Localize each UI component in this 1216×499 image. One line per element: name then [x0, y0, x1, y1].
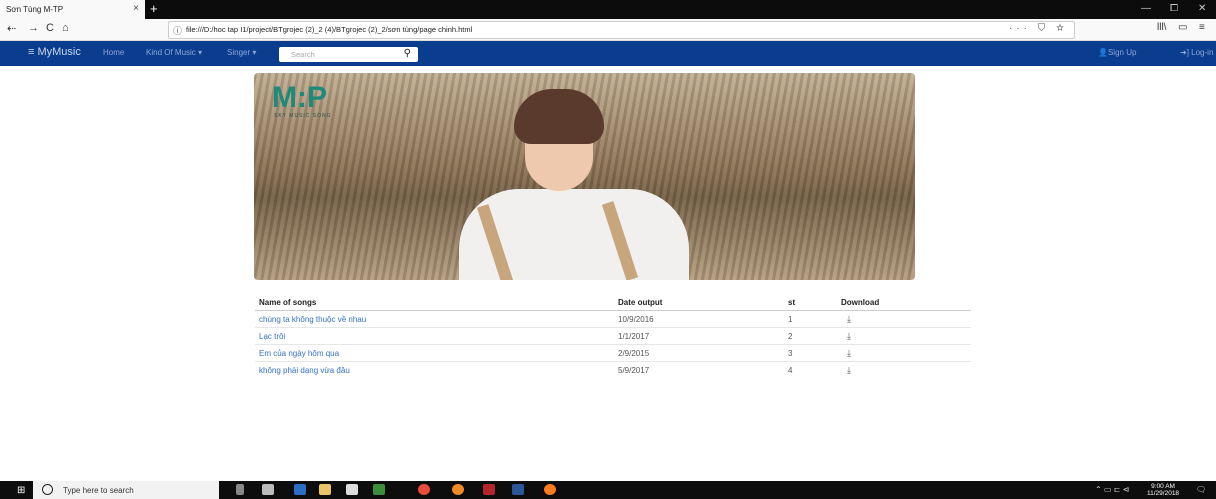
page-actions-icon[interactable]: ··· ⛉ ☆: [1009, 23, 1068, 34]
song-date: 10/9/2016: [614, 310, 784, 328]
table-row: chúng ta không thuộc về nhau 10/9/2016 1…: [255, 310, 971, 328]
taskbar-search-input[interactable]: Type here to search: [63, 486, 134, 495]
menu-icon[interactable]: ≡: [1199, 22, 1205, 33]
download-icon[interactable]: ⤓: [837, 310, 971, 328]
browser-toolbar: ⇠ → C ⌂ ⓘ file:///D:/hoc tap I1/project/…: [0, 19, 1216, 41]
tab-title: Sơn Tùng M-TP: [6, 5, 64, 14]
logo-subtitle: SKY MUSIC SONG: [274, 113, 332, 119]
nav-kind-of-music[interactable]: Kind Of Music ▾: [146, 48, 202, 57]
word-icon[interactable]: [512, 484, 524, 495]
origin-icon[interactable]: [452, 484, 464, 495]
nav-singer[interactable]: Singer ▾: [227, 48, 256, 57]
taskbar-search[interactable]: Type here to search: [33, 481, 219, 499]
task-view-icon[interactable]: [262, 484, 274, 495]
table-row: không phải dạng vừa đâu 5/9/2017 4 ⤓: [255, 361, 971, 378]
address-url: file:///D:/hoc tap I1/project/BTgrojec (…: [186, 25, 473, 34]
browser-tab-bar: Sơn Tùng M-TP × + — ⧠ ✕: [0, 0, 1216, 19]
taskbar-clock[interactable]: 9:00 AM 11/29/2018: [1147, 483, 1179, 497]
search-box[interactable]: Search ⚲: [279, 47, 418, 62]
app-icon[interactable]: [483, 484, 495, 495]
library-icon[interactable]: lll\: [1157, 22, 1166, 33]
song-link[interactable]: Lạc trôi: [255, 327, 614, 345]
song-st: 2: [784, 327, 837, 345]
address-bar[interactable]: ⓘ file:///D:/hoc tap I1/project/BTgrojec…: [168, 21, 1075, 39]
song-date: 2/9/2015: [614, 344, 784, 362]
tab-close-icon[interactable]: ×: [133, 3, 139, 14]
table-row: Em của ngày hôm qua 2/9/2015 3 ⤓: [255, 344, 971, 362]
song-link[interactable]: Em của ngày hôm qua: [255, 344, 614, 362]
restore-icon[interactable]: ⧠: [1170, 3, 1178, 14]
download-icon[interactable]: ⤓: [837, 344, 971, 362]
songs-table: Name of songs Date output st Download ch…: [255, 294, 971, 378]
table-row: Lạc trôi 1/1/2017 2 ⤓: [255, 327, 971, 345]
mic-icon[interactable]: [236, 484, 244, 495]
browser-tab[interactable]: Sơn Tùng M-TP ×: [0, 0, 145, 19]
song-st: 4: [784, 361, 837, 378]
forward-icon[interactable]: →: [28, 22, 39, 34]
nav-home[interactable]: Home: [103, 48, 124, 57]
windows-start-icon[interactable]: ⊞: [17, 485, 25, 496]
firefox-icon[interactable]: [544, 484, 556, 495]
table-header-row: Name of songs Date output st Download: [255, 294, 971, 311]
song-st: 3: [784, 344, 837, 362]
info-icon[interactable]: ⓘ: [173, 24, 182, 37]
song-link[interactable]: không phải dạng vừa đâu: [255, 361, 614, 378]
search-icon[interactable]: ⚲: [404, 48, 411, 59]
store-icon[interactable]: [346, 484, 358, 495]
site-navbar: ≡ MyMusic Home Kind Of Music ▾ Singer ▾ …: [0, 41, 1216, 66]
hero-banner-image: M:P SKY MUSIC SONG: [254, 73, 915, 280]
dreamweaver-icon[interactable]: [373, 484, 385, 495]
back-icon[interactable]: ⇠: [7, 22, 16, 35]
minimize-icon[interactable]: —: [1141, 3, 1151, 14]
search-input[interactable]: Search: [291, 50, 315, 59]
brand-link[interactable]: ≡ MyMusic: [28, 46, 81, 58]
home-icon[interactable]: ⌂: [62, 22, 69, 34]
windows-taskbar: ⊞ Type here to search ⌃ ▭ ⊏ ⊲ 9:00 AM 11…: [0, 481, 1216, 499]
header-download: Download: [837, 294, 971, 311]
artist-photo: [459, 89, 689, 280]
header-st: st: [784, 294, 837, 311]
song-date: 1/1/2017: [614, 327, 784, 345]
clock-date: 11/29/2018: [1147, 490, 1180, 497]
system-tray-icons[interactable]: ⌃ ▭ ⊏ ⊲: [1095, 485, 1129, 494]
signup-link[interactable]: 👤Sign Up: [1098, 48, 1136, 57]
sidebar-icon[interactable]: ▭: [1178, 22, 1187, 33]
edge-icon[interactable]: [294, 484, 306, 495]
mtp-logo: M:P: [272, 81, 327, 114]
close-window-icon[interactable]: ✕: [1198, 3, 1206, 14]
download-icon[interactable]: ⤓: [837, 361, 971, 378]
login-link[interactable]: ➜] Log-in: [1180, 48, 1213, 57]
header-date: Date output: [614, 294, 784, 311]
song-link[interactable]: chúng ta không thuộc về nhau: [255, 310, 614, 328]
header-name: Name of songs: [255, 294, 614, 311]
cortana-icon[interactable]: [42, 484, 53, 495]
notification-icon[interactable]: 🗨: [1196, 485, 1206, 494]
song-st: 1: [784, 310, 837, 328]
download-icon[interactable]: ⤓: [837, 327, 971, 345]
chrome-icon[interactable]: [418, 484, 430, 495]
song-date: 5/9/2017: [614, 361, 784, 378]
clock-time: 9:00 AM: [1151, 483, 1175, 490]
new-tab-button[interactable]: +: [150, 1, 158, 16]
reload-icon[interactable]: C: [46, 22, 54, 34]
file-explorer-icon[interactable]: [319, 484, 331, 495]
